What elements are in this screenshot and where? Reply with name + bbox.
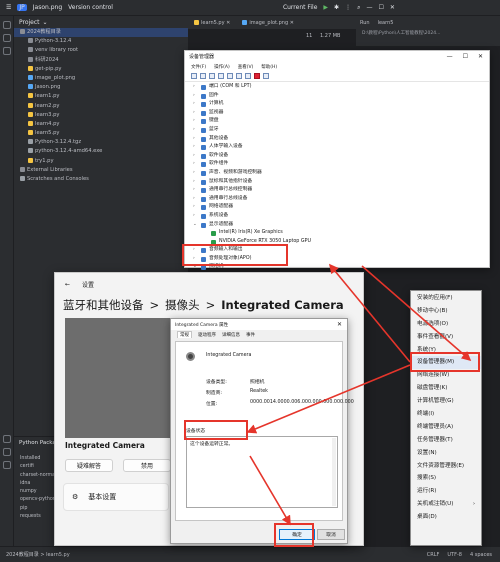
arrow-to-ok bbox=[249, 455, 291, 526]
arrow-to-devmgr bbox=[328, 263, 411, 363]
arrow-to-camera bbox=[361, 265, 472, 362]
annotation-arrows bbox=[246, 263, 472, 526]
arrow-to-status bbox=[246, 364, 411, 434]
